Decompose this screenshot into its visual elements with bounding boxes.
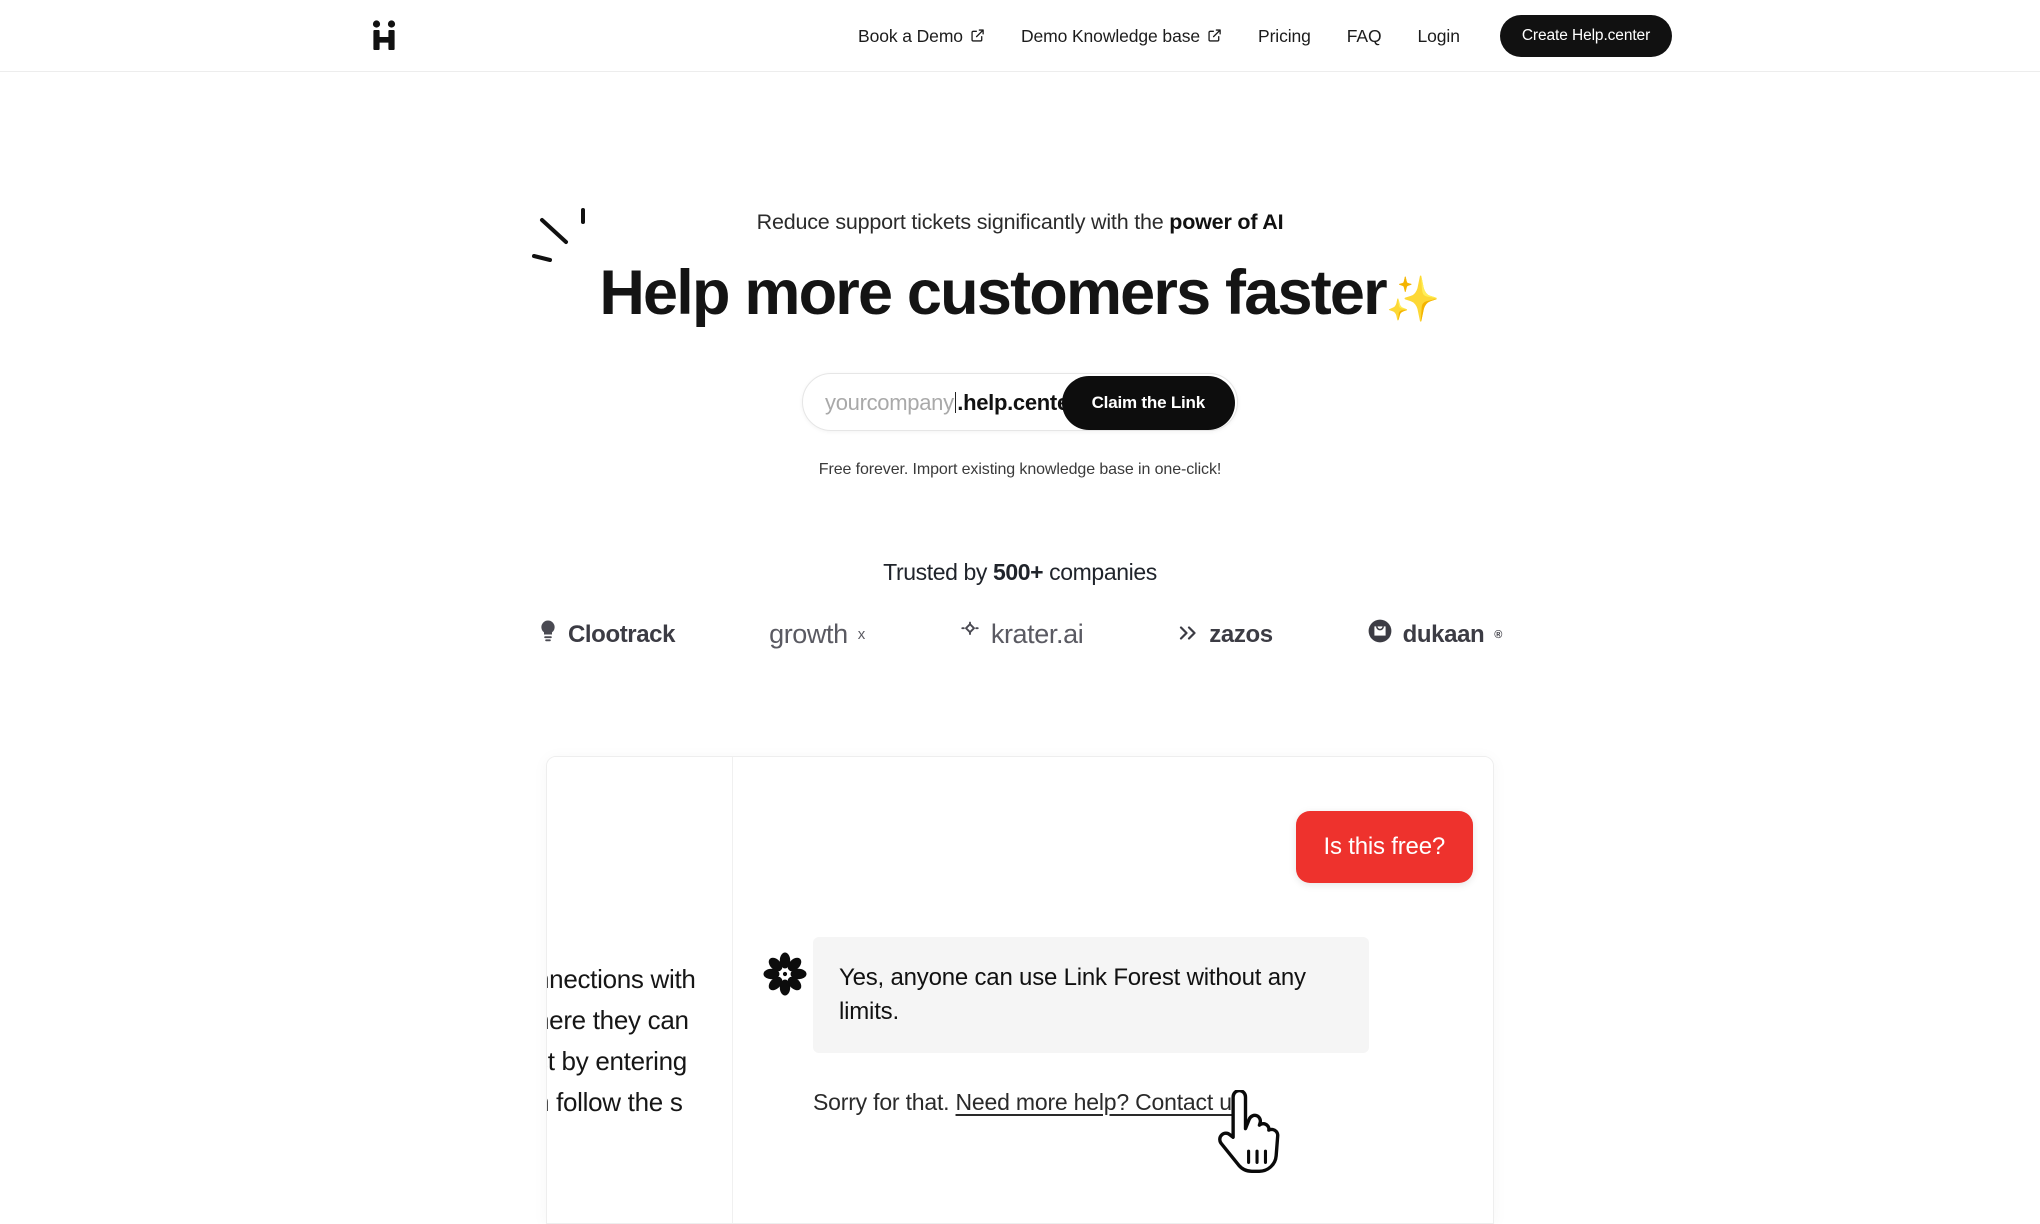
- logo-krater-ai: krater.ai: [912, 619, 1130, 650]
- claim-domain-suffix: .help.center: [957, 389, 1078, 415]
- chat-followup-row: Sorry for that. Need more help? Contact …: [813, 1089, 1243, 1116]
- sparkles-icon: ✨: [1385, 275, 1441, 324]
- chat-thread: Is this free? Yes, anyone can use Link F…: [733, 757, 1493, 1223]
- nav-links: Book a Demo Demo Knowledge base Pricing …: [840, 0, 1673, 72]
- logo-label: krater.ai: [990, 619, 1084, 650]
- shopping-bag-circle-icon: [1367, 618, 1393, 651]
- trusted-by-title: Trusted by 500+ companies: [0, 559, 2040, 586]
- create-help-center-button[interactable]: Create Help.center: [1499, 15, 1673, 57]
- nav-link-label: Book a Demo: [858, 25, 963, 46]
- landing-page: Book a Demo Demo Knowledge base Pricing …: [0, 0, 2040, 1224]
- customer-logo-row: Clootrack growth x krater.ai zazos dukaa…: [0, 618, 2040, 651]
- hero-section: Reduce support tickets significantly wit…: [0, 72, 2040, 651]
- claim-link-input[interactable]: yourcompany .help.center: [825, 389, 1077, 416]
- nav-link-login[interactable]: Login: [1400, 26, 1478, 47]
- logo-dukaan: dukaan ®: [1320, 618, 1549, 651]
- top-navigation-bar: Book a Demo Demo Knowledge base Pricing …: [0, 0, 2040, 72]
- logo-label: Clootrack: [567, 620, 676, 648]
- claim-the-link-button[interactable]: Claim the Link: [1061, 376, 1235, 431]
- text-caret: [954, 391, 957, 413]
- logo-zazos: zazos: [1130, 621, 1319, 649]
- chevrons-right-icon: [1177, 621, 1199, 649]
- chat-message-user: Is this free?: [1295, 811, 1473, 883]
- flower-avatar-icon: [761, 950, 809, 998]
- page-title-text: Help more customers faster: [599, 258, 1387, 328]
- logo-label: dukaan: [1402, 620, 1485, 648]
- registered-mark: ®: [1494, 628, 1502, 641]
- nav-link-faq[interactable]: FAQ: [1329, 26, 1400, 47]
- logo-label: zazos: [1209, 620, 1273, 648]
- lightbulb-icon: [538, 619, 558, 650]
- free-forever-note: Free forever. Import existing knowledge …: [818, 461, 1222, 479]
- nav-link-label: FAQ: [1346, 25, 1382, 46]
- hero-eyebrow-prefix: Reduce support tickets significantly wit…: [756, 210, 1170, 234]
- article-line: n follow the s: [547, 1087, 683, 1118]
- nav-link-label: Demo Knowledge base: [1020, 25, 1200, 46]
- hero-eyebrow: Reduce support tickets significantly wit…: [0, 210, 2040, 235]
- page-title: Help more customers faster✨: [0, 259, 2040, 327]
- help-center-logo[interactable]: [362, 14, 406, 58]
- article-text-lines: nnections with here they can st by enter…: [547, 959, 696, 1123]
- knowledge-article-panel: nnections with here they can st by enter…: [547, 757, 733, 1223]
- chat-demo-panel: nnections with here they can st by enter…: [546, 756, 1494, 1224]
- logo-superscript: x: [857, 626, 866, 644]
- diamond-icon: [959, 619, 981, 650]
- contact-us-link[interactable]: Need more help? Contact us: [956, 1089, 1244, 1115]
- chat-message-bot: Yes, anyone can use Link Forest without …: [813, 937, 1369, 1054]
- logo-label: growth: [769, 619, 848, 650]
- nav-link-pricing[interactable]: Pricing: [1240, 26, 1329, 47]
- nav-link-demo-knowledge-base[interactable]: Demo Knowledge base: [1003, 26, 1240, 47]
- trusted-prefix: Trusted by: [883, 559, 993, 586]
- external-link-icon: [1207, 28, 1222, 43]
- article-line: here they can: [547, 1005, 689, 1036]
- nav-link-book-a-demo[interactable]: Book a Demo: [840, 26, 1003, 47]
- external-link-icon: [970, 28, 985, 43]
- hero-eyebrow-bold: power of AI: [1169, 210, 1284, 234]
- nav-link-label: Login: [1417, 25, 1460, 46]
- trusted-count: 500+: [992, 559, 1044, 586]
- followup-text: Sorry for that.: [813, 1089, 956, 1115]
- nav-link-label: Pricing: [1258, 25, 1311, 46]
- trusted-suffix: companies: [1043, 559, 1157, 586]
- article-line: st by entering: [547, 1046, 687, 1077]
- claim-input-placeholder: yourcompany: [825, 389, 954, 415]
- claim-link-input-group[interactable]: yourcompany .help.center Claim the Link: [802, 373, 1238, 432]
- article-line: nnections with: [547, 964, 696, 994]
- logo-clootrack: Clootrack: [491, 619, 722, 650]
- logo-growthx: growth x: [722, 619, 912, 650]
